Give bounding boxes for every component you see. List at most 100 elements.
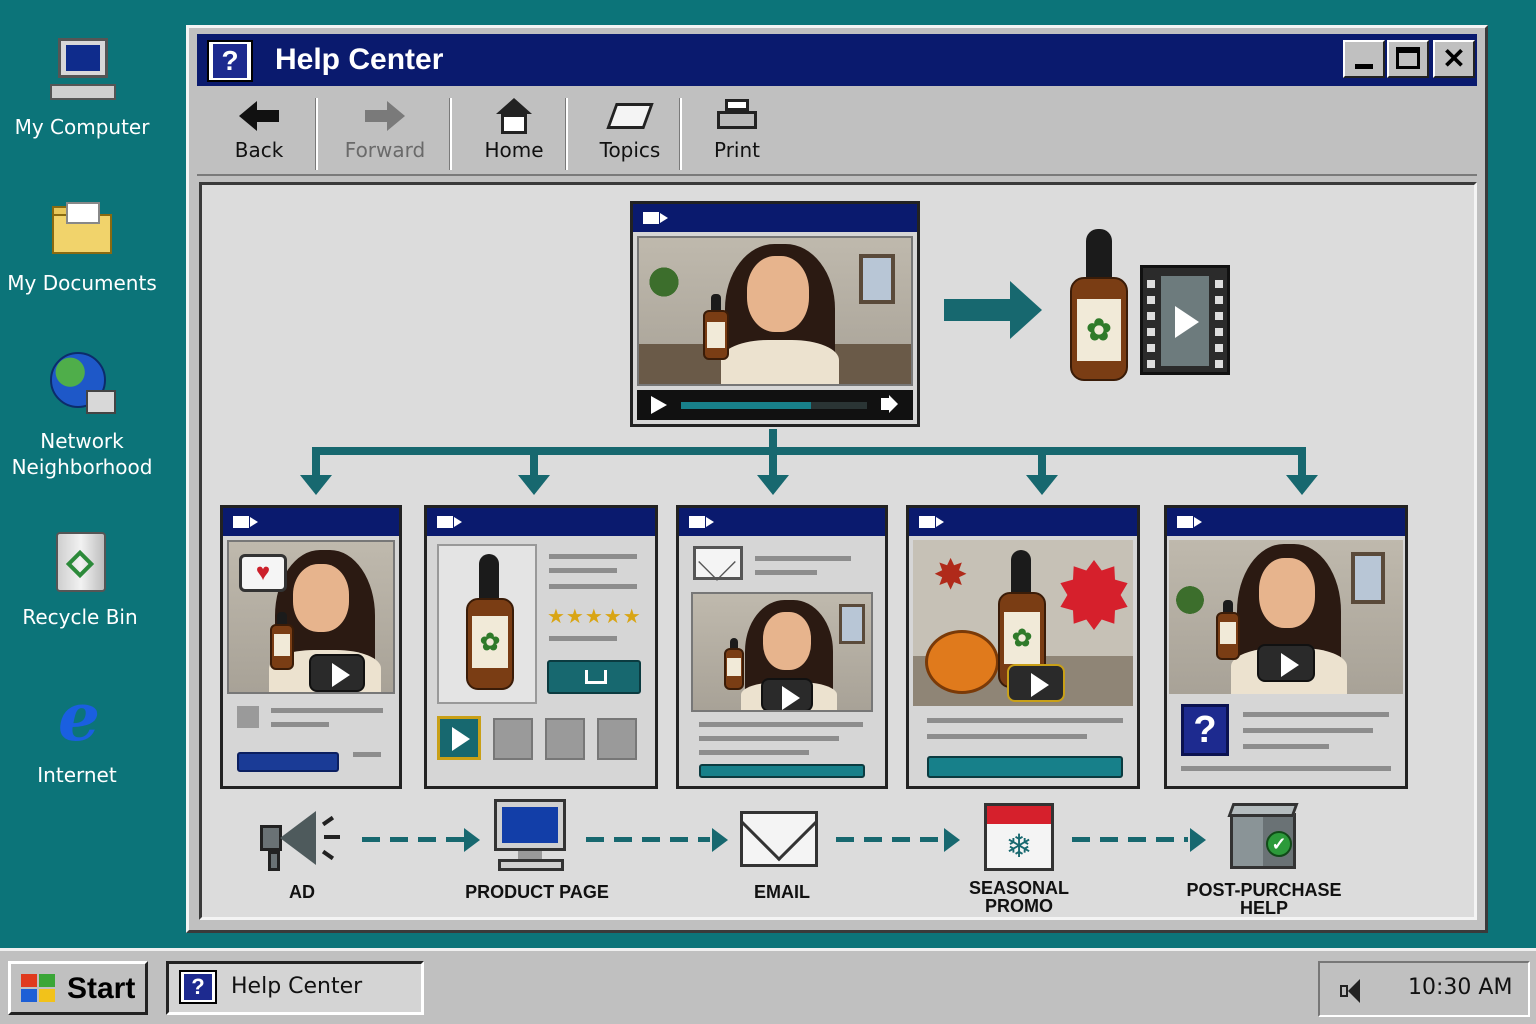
play-icon[interactable]	[651, 396, 667, 414]
taskbar-item-label: Help Center	[231, 974, 363, 999]
add-to-cart-button[interactable]	[547, 660, 641, 694]
close-button[interactable]: ✕	[1433, 40, 1475, 78]
heart-speech-bubble-icon: ♥	[239, 554, 287, 592]
close-icon: ✕	[1442, 43, 1466, 74]
printer-icon	[697, 96, 777, 136]
forward-label: Forward	[344, 138, 426, 162]
video-controls	[637, 390, 913, 420]
desktop-icon-network-neighborhood[interactable]: Network Neighborhood	[7, 350, 157, 480]
computer-icon	[46, 36, 118, 108]
windows-logo-icon	[21, 974, 57, 1004]
help-center-window: ? Help Center ✕ Back Forward Home Topics…	[186, 25, 1488, 933]
volume-icon[interactable]	[881, 398, 889, 410]
pumpkin-icon	[925, 630, 999, 694]
maple-leaf-icon: ✸	[933, 551, 969, 598]
topics-button[interactable]: Topics	[585, 96, 675, 170]
main-video-window[interactable]	[630, 201, 920, 427]
start-button[interactable]: Start	[8, 961, 148, 1015]
promo-cta-bar[interactable]	[927, 756, 1123, 778]
funnel-dashed-arrow	[362, 837, 466, 842]
maximize-button[interactable]	[1387, 40, 1429, 78]
help-video-frame	[1169, 540, 1403, 694]
clock: 10:30 AM	[1408, 975, 1513, 1000]
flow-arrow-right	[944, 299, 1014, 321]
play-button-icon[interactable]	[309, 654, 365, 692]
video-progress-track[interactable]	[681, 402, 867, 409]
ad-video-card[interactable]: ♥	[220, 505, 402, 789]
post-purchase-help-card[interactable]: ?	[1164, 505, 1408, 789]
funnel-dashed-arrow	[586, 837, 710, 842]
flow-arrow-down	[1286, 475, 1318, 495]
product-thumb[interactable]	[493, 718, 533, 760]
back-button[interactable]: Back	[219, 96, 299, 170]
home-label: Home	[484, 138, 544, 162]
shipping-box-check-icon: ✓	[1226, 803, 1302, 873]
print-label: Print	[713, 138, 760, 162]
email-card[interactable]	[676, 505, 888, 789]
presenter-woman	[715, 242, 845, 384]
desktop-icon-label: My Documents	[7, 271, 157, 295]
plant-decoration	[1175, 580, 1205, 620]
play-button-icon[interactable]	[1257, 644, 1315, 682]
product-page-card[interactable]: ✿ ★★★★★	[424, 505, 658, 789]
forward-arrow-icon	[335, 96, 435, 136]
wall-picture	[1351, 552, 1385, 604]
window-title: Help Center	[275, 43, 444, 76]
desktop-icon-my-documents[interactable]: My Documents	[7, 192, 157, 296]
desktop-icon-recycle-bin[interactable]: Recycle Bin	[5, 526, 155, 630]
maximize-icon	[1396, 47, 1420, 69]
play-button-icon[interactable]	[1007, 664, 1065, 702]
desktop-icon-internet[interactable]: e Internet	[2, 684, 152, 788]
internet-explorer-icon: e	[58, 678, 100, 756]
help-question-icon[interactable]: ?	[1181, 704, 1229, 756]
flow-arrow-down	[1026, 475, 1058, 495]
desktop-icon-label: Internet	[37, 763, 117, 787]
taskbar-item-help-center[interactable]: ? Help Center	[166, 961, 424, 1015]
flow-arrow-head	[1010, 281, 1042, 339]
video-camera-icon	[1177, 516, 1202, 528]
product-thumb[interactable]	[545, 718, 585, 760]
step-label-email: EMAIL	[754, 882, 810, 902]
minimize-icon	[1355, 64, 1373, 69]
help-content-pane: ✿ ♥ ✿ ★★★★★ ✸ ✿ ? AD PRODUCT PAGE EMAIL …	[199, 182, 1477, 920]
desktop-icon-label: My Computer	[14, 115, 150, 139]
flow-connector-bar	[312, 447, 1306, 455]
flow-arrow-down	[757, 475, 789, 495]
ad-cta-bar[interactable]	[237, 752, 339, 772]
help-question-icon: ?	[179, 970, 217, 1004]
help-question-icon: ?	[207, 40, 253, 82]
shopping-cart-icon	[585, 670, 607, 684]
play-button-icon[interactable]	[761, 678, 813, 710]
print-button[interactable]: Print	[697, 96, 777, 170]
video-camera-icon	[233, 516, 258, 528]
megaphone-icon	[258, 805, 348, 875]
desktop-icon-label: Recycle Bin	[22, 605, 138, 629]
toolbar: Back Forward Home Topics Print	[197, 90, 1477, 176]
wall-picture	[859, 254, 895, 304]
video-camera-icon	[689, 516, 714, 528]
ad-video-frame: ♥	[227, 540, 395, 694]
system-tray: 10:30 AM	[1318, 961, 1530, 1017]
home-button[interactable]: Home	[469, 96, 559, 170]
recycle-bin-icon	[44, 526, 116, 598]
speaker-volume-icon[interactable]	[1340, 977, 1370, 1005]
forward-button[interactable]: Forward	[335, 96, 435, 170]
promo-video-frame: ✸ ✿	[913, 540, 1133, 706]
desktop-icon-label: Network Neighborhood	[11, 429, 153, 479]
email-cta-bar[interactable]	[699, 764, 865, 778]
calendar-snowflake-icon: ❄	[984, 803, 1054, 871]
back-arrow-icon	[219, 96, 299, 136]
step-label-post-purchase-help: POST-PURCHASE HELP	[1186, 880, 1342, 918]
minimize-button[interactable]	[1343, 40, 1385, 78]
funnel-arrow-head	[944, 828, 960, 852]
product-thumb[interactable]	[597, 718, 637, 760]
back-label: Back	[234, 138, 284, 162]
product-thumb-video[interactable]	[437, 716, 481, 760]
step-label-ad: AD	[289, 882, 315, 902]
book-icon	[585, 96, 675, 136]
desktop-icon-my-computer[interactable]: My Computer	[7, 36, 157, 140]
seasonal-promo-card[interactable]: ✸ ✿	[906, 505, 1140, 789]
computer-monitor-icon	[492, 799, 570, 875]
title-bar[interactable]: ? Help Center ✕	[197, 34, 1477, 86]
step-label-product-page: PRODUCT PAGE	[465, 882, 609, 902]
